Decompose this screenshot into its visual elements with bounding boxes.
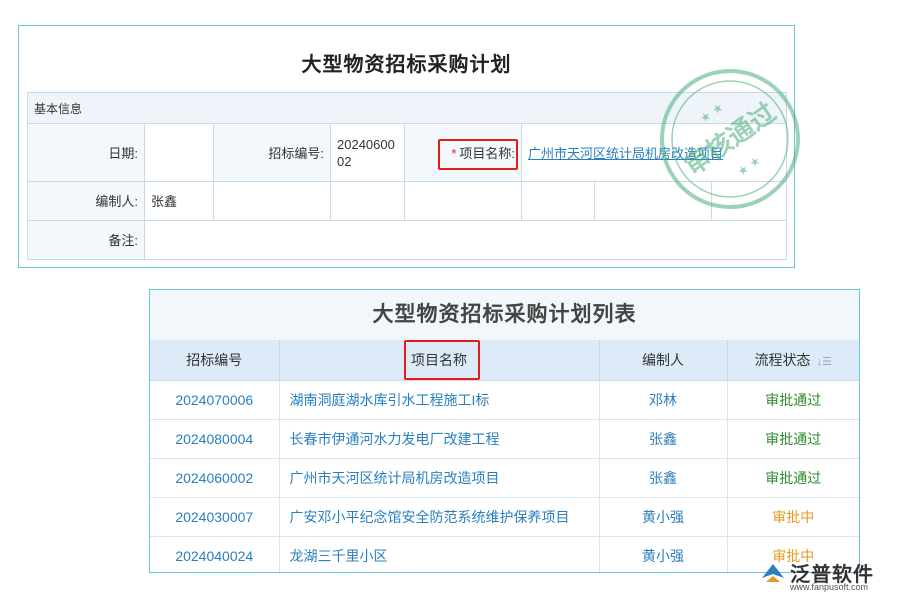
- approved-stamp: 审核通过 ★ ★ ★ ★: [657, 66, 803, 212]
- date-label: 日期:: [28, 124, 145, 182]
- row-status: 审批通过: [727, 381, 859, 420]
- logo-mark-icon: [760, 560, 786, 586]
- logo-url: www.fanpusoft.com: [790, 582, 868, 592]
- row-code[interactable]: 2024040024: [150, 537, 279, 574]
- remark-label: 备注:: [28, 220, 145, 259]
- row-editor: 黄小强: [599, 537, 727, 574]
- table-row[interactable]: 2024040024龙湖三千里小区黄小强审批中: [150, 537, 859, 574]
- col-header-status-label: 流程状态: [755, 352, 811, 368]
- list-title: 大型物资招标采购计划列表: [150, 290, 859, 340]
- table-row[interactable]: 2024030007广安邓小平纪念馆安全防范系统维护保养项目黄小强审批中: [150, 498, 859, 537]
- empty-cell: [214, 182, 331, 220]
- col-header-editor[interactable]: 编制人: [599, 340, 727, 381]
- project-label-highlight: [438, 139, 518, 170]
- table-row[interactable]: 2024060002广州市天河区统计局机房改造项目张鑫审批通过: [150, 459, 859, 498]
- purchase-plan-form: 大型物资招标采购计划 基本信息 日期: 招标编号: 20240600 02 *项…: [18, 25, 795, 268]
- date-field[interactable]: [145, 124, 214, 182]
- col-header-status[interactable]: 流程状态 ↓☰: [727, 340, 859, 381]
- code-value-line2: 02: [337, 154, 351, 169]
- stamp-text: 审核通过: [679, 97, 782, 182]
- project-name-header-highlight: [404, 340, 480, 380]
- empty-cell: [331, 182, 405, 220]
- code-field[interactable]: 20240600 02: [331, 124, 405, 182]
- brand-logo: 泛普软件 www.fanpusoft.com: [760, 558, 892, 594]
- row-project-name[interactable]: 长春市伊通河水力发电厂改建工程: [279, 420, 599, 459]
- remark-field[interactable]: [145, 220, 787, 259]
- purchase-plan-list: 大型物资招标采购计划列表 招标编号 项目名称 编制人 流程状态↓☰ 202407…: [149, 289, 860, 573]
- row-code[interactable]: 2024080004: [150, 420, 279, 459]
- row-project-name[interactable]: 广安邓小平纪念馆安全防范系统维护保养项目: [279, 498, 599, 537]
- row-code[interactable]: 2024060002: [150, 459, 279, 498]
- row-editor: 黄小强: [599, 498, 727, 537]
- plan-table: 招标编号 项目名称 编制人 流程状态↓☰ 2024070006湖南洞庭湖水库引水…: [150, 340, 859, 573]
- row-project-name[interactable]: 龙湖三千里小区: [279, 537, 599, 574]
- table-row[interactable]: 2024070006湖南洞庭湖水库引水工程施工I标邓林审批通过: [150, 381, 859, 420]
- row-status: 审批中: [727, 498, 859, 537]
- code-label: 招标编号:: [214, 124, 331, 182]
- editor-label: 编制人:: [28, 182, 145, 220]
- table-header-row: 招标编号 项目名称 编制人 流程状态↓☰: [150, 340, 859, 381]
- row-project-name[interactable]: 广州市天河区统计局机房改造项目: [279, 459, 599, 498]
- code-value-line1: 20240600: [337, 137, 395, 152]
- row-editor: 张鑫: [599, 420, 727, 459]
- table-row[interactable]: 2024080004长春市伊通河水力发电厂改建工程张鑫审批通过: [150, 420, 859, 459]
- row-project-name[interactable]: 湖南洞庭湖水库引水工程施工I标: [279, 381, 599, 420]
- empty-cell: [522, 182, 595, 220]
- row-code[interactable]: 2024030007: [150, 498, 279, 537]
- row-editor: 张鑫: [599, 459, 727, 498]
- empty-cell: [405, 182, 522, 220]
- sort-descending-icon[interactable]: ↓☰: [817, 355, 832, 368]
- row-code[interactable]: 2024070006: [150, 381, 279, 420]
- svg-text:★ ★: ★ ★: [697, 100, 726, 126]
- row-editor: 邓林: [599, 381, 727, 420]
- editor-field[interactable]: 张鑫: [145, 182, 214, 220]
- row-status: 审批通过: [727, 420, 859, 459]
- col-header-code[interactable]: 招标编号: [150, 340, 279, 381]
- row-status: 审批通过: [727, 459, 859, 498]
- svg-text:★ ★: ★ ★: [735, 153, 764, 179]
